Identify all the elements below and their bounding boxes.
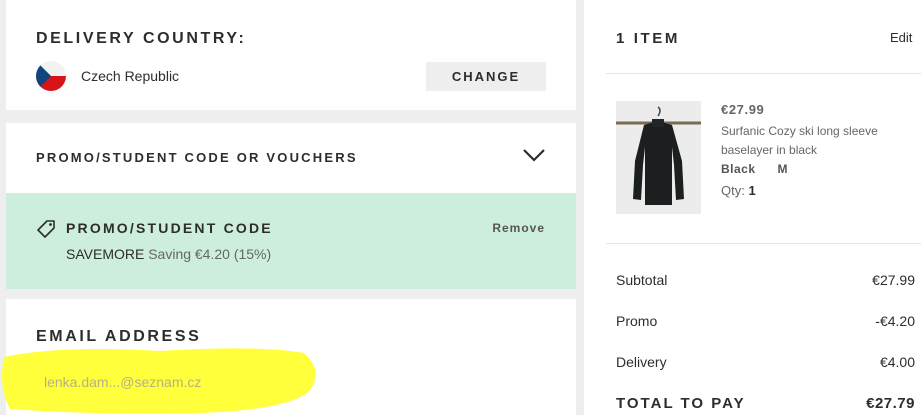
subtotal-label: Subtotal [616, 272, 668, 288]
item-color: Black [721, 162, 756, 176]
delivery-country-name: Czech Republic [81, 68, 180, 84]
order-summary-panel: 1 ITEM Edit €27.99 Surfanic Cozy ski lon… [584, 0, 921, 415]
promo-label: Promo [616, 313, 658, 329]
subtotal-value: €27.99 [872, 272, 915, 288]
delivery-country-title: DELIVERY COUNTRY: [36, 30, 247, 47]
email-address-panel: EMAIL ADDRESS lenka.dam...@seznam.cz [2, 299, 576, 415]
delivery-country-panel: DELIVERY COUNTRY: Czech Republic CHANGE [6, 0, 576, 110]
chevron-down-icon[interactable] [522, 147, 546, 163]
divider [606, 243, 921, 244]
item-price: €27.99 [721, 102, 765, 117]
item-quantity: Qty: 1 [721, 183, 756, 198]
applied-promo-detail: SAVEMORE Saving €4.20 (15%) [66, 246, 271, 262]
bag-items-count: 1 ITEM [616, 30, 680, 47]
promo-saving-text: Saving €4.20 (15%) [148, 246, 272, 262]
edit-bag-link[interactable]: Edit [890, 30, 912, 45]
qty-value: 1 [748, 183, 756, 198]
delivery-value: €4.00 [879, 354, 915, 370]
item-size: M [777, 162, 789, 176]
applied-promo-title: PROMO/STUDENT CODE [66, 220, 273, 236]
czech-flag-icon [36, 61, 66, 91]
promo-accordion-header[interactable]: PROMO/STUDENT CODE OR VOUCHERS [6, 123, 576, 193]
checkout-left-column: DELIVERY COUNTRY: Czech Republic CHANGE … [2, 0, 576, 415]
item-name: Surfanic Cozy ski long sleeve baselayer … [721, 124, 878, 157]
total-label: TOTAL TO PAY [616, 395, 746, 412]
product-image [616, 101, 701, 214]
applied-promo-panel: PROMO/STUDENT CODE Remove SAVEMORE Savin… [6, 193, 576, 289]
divider [606, 73, 921, 74]
promo-value: -€4.20 [875, 313, 915, 329]
tag-icon [37, 220, 55, 238]
change-country-button[interactable]: CHANGE [426, 62, 546, 91]
item-variant: Black M [721, 162, 788, 176]
qty-label: Qty: [721, 183, 745, 198]
promo-code-value: SAVEMORE [66, 246, 145, 262]
email-address-value: lenka.dam...@seznam.cz [44, 374, 202, 390]
delivery-label: Delivery [616, 354, 667, 370]
total-value: €27.79 [866, 395, 915, 412]
remove-promo-link[interactable]: Remove [492, 221, 545, 235]
promo-section-title: PROMO/STUDENT CODE OR VOUCHERS [36, 150, 358, 165]
